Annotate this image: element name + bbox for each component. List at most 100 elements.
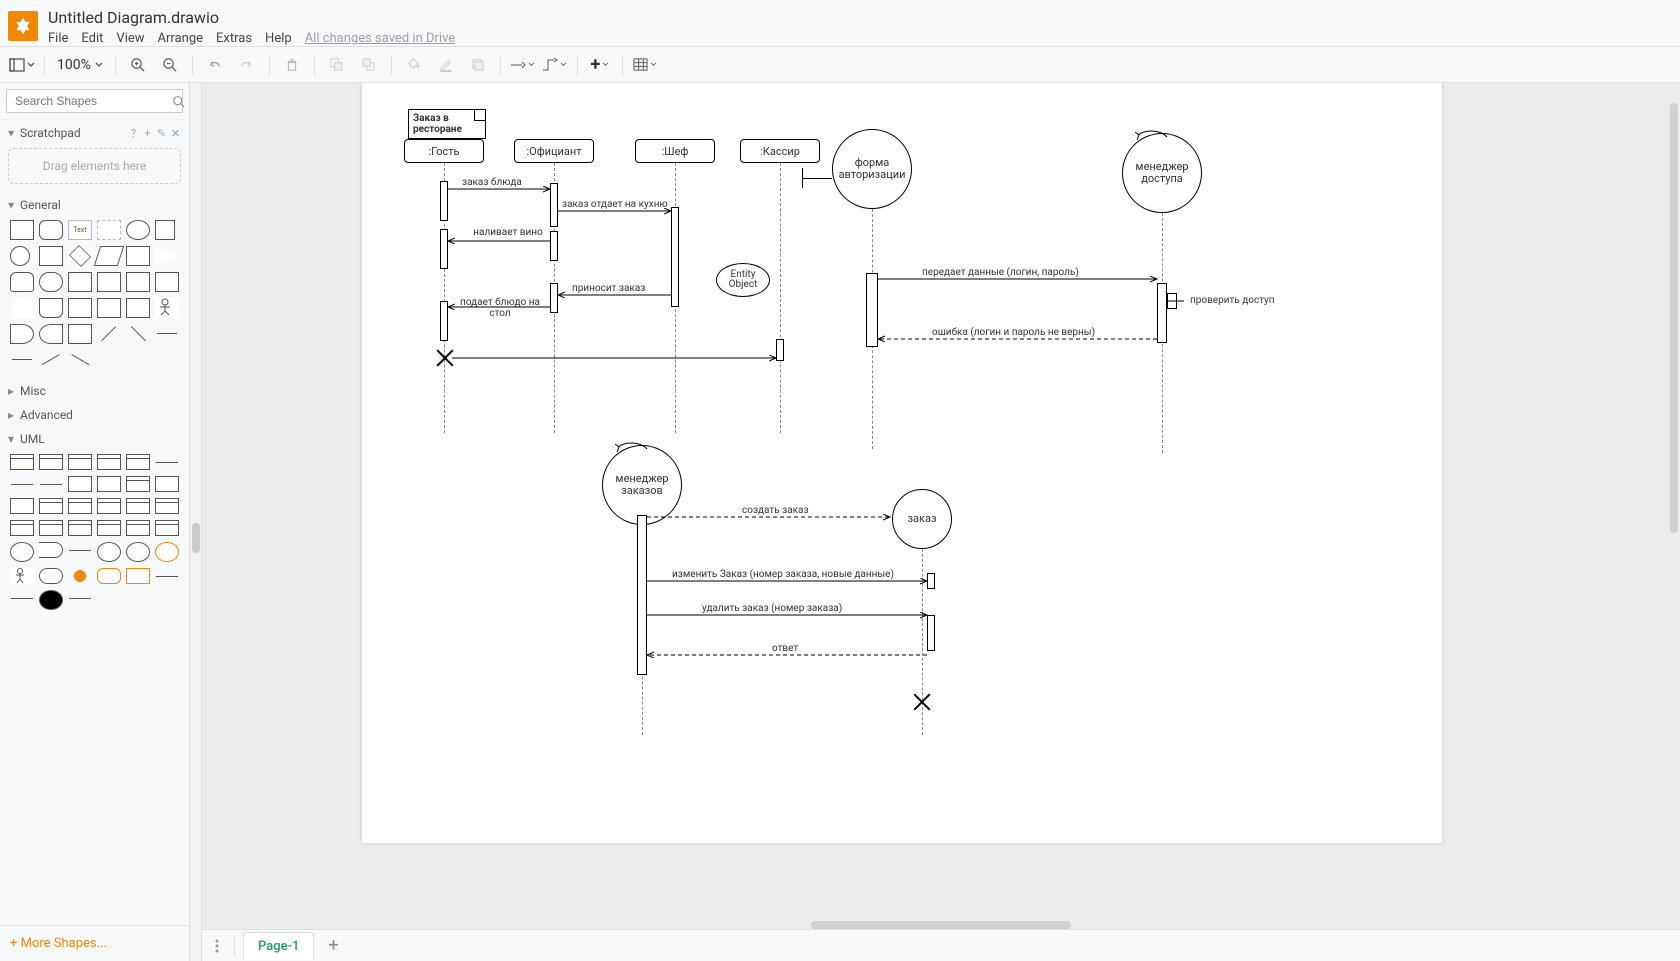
undo-icon[interactable]	[201, 51, 229, 79]
waypoint-icon[interactable]	[541, 51, 569, 79]
uml-frame-orange[interactable]	[97, 568, 121, 584]
uml-t5[interactable]	[126, 520, 150, 536]
delete-icon[interactable]	[278, 51, 306, 79]
uml-class2[interactable]	[39, 454, 63, 470]
menu-arrange[interactable]: Arrange	[158, 31, 203, 46]
shape-note[interactable]	[68, 298, 92, 318]
menu-view[interactable]: View	[116, 31, 144, 46]
uml-node-orange[interactable]	[126, 568, 150, 584]
vertical-scrollbar[interactable]	[1670, 103, 1678, 533]
shape-text[interactable]: Text	[68, 220, 92, 240]
zoom-out-icon[interactable]	[156, 51, 184, 79]
shape-arrow1[interactable]	[93, 318, 124, 349]
uml-comp2[interactable]	[39, 498, 63, 514]
uml-half[interactable]	[39, 542, 63, 558]
uml-box4[interactable]	[155, 476, 179, 492]
uml-t1[interactable]	[10, 520, 34, 536]
view-mode-button[interactable]	[8, 51, 36, 79]
shape-internal[interactable]	[97, 272, 121, 292]
uml-t2[interactable]	[39, 520, 63, 536]
shape-process[interactable]	[39, 246, 63, 266]
horizontal-scrollbar[interactable]	[811, 921, 1071, 929]
uml-box3[interactable]	[126, 476, 150, 492]
zoom-in-icon[interactable]	[124, 51, 152, 79]
outline-strip[interactable]	[190, 83, 202, 961]
shape-cloud[interactable]	[39, 272, 63, 292]
shape-step[interactable]	[155, 272, 179, 292]
uml-pin-orange[interactable]	[74, 570, 86, 582]
scratchpad-add-icon[interactable]: +	[142, 128, 153, 139]
uml-circle-orange[interactable]	[155, 542, 179, 562]
line-color-icon[interactable]	[432, 51, 460, 79]
shape-dashed[interactable]	[10, 350, 34, 370]
shape-rect[interactable]	[10, 220, 34, 240]
document-title[interactable]: Untitled Diagram.drawio	[48, 6, 455, 29]
insert-icon[interactable]: +	[586, 51, 614, 79]
uml-line-a[interactable]	[155, 568, 179, 584]
shape-and[interactable]	[39, 324, 63, 344]
uml-circle1[interactable]	[10, 542, 34, 562]
search-shapes[interactable]	[6, 89, 183, 113]
shape-tape[interactable]	[39, 298, 63, 318]
scratchpad-dropzone[interactable]: Drag elements here	[8, 148, 181, 184]
section-advanced[interactable]: ▸Advanced	[0, 402, 189, 426]
uml-line3[interactable]	[39, 476, 63, 492]
more-shapes-button[interactable]: + More Shapes...	[0, 925, 189, 961]
uml-t6[interactable]	[155, 520, 179, 536]
shape-actor[interactable]	[155, 298, 179, 318]
pages-menu-icon[interactable]	[208, 937, 226, 955]
shape-circle[interactable]	[10, 246, 30, 266]
uml-usecase[interactable]	[39, 568, 63, 584]
uml-line2[interactable]	[10, 476, 34, 492]
shadow-icon[interactable]	[464, 51, 492, 79]
uml-comp5[interactable]	[155, 498, 179, 514]
redo-icon[interactable]	[233, 51, 261, 79]
uml-circle2[interactable]	[97, 542, 121, 562]
fill-color-icon[interactable]	[400, 51, 428, 79]
shape-document[interactable]	[68, 272, 92, 292]
uml-final[interactable]	[39, 590, 63, 610]
uml-line[interactable]	[155, 454, 179, 470]
uml-class4[interactable]	[97, 454, 121, 470]
shape-callout[interactable]	[126, 298, 150, 318]
scratchpad-edit-icon[interactable]: ✎	[156, 128, 167, 139]
shape-cube[interactable]	[126, 272, 150, 292]
scratchpad-help-icon[interactable]: ?	[128, 128, 139, 139]
to-front-icon[interactable]	[323, 51, 351, 79]
menu-file[interactable]: File	[48, 31, 68, 46]
add-page-button[interactable]: +	[322, 935, 344, 956]
shape-ellipse[interactable]	[126, 220, 150, 240]
diagram-page[interactable]: Заказ в ресторане :Гость :Официант :Шеф	[362, 83, 1442, 843]
uml-comp1[interactable]	[10, 498, 34, 514]
uml-line-b[interactable]	[10, 590, 34, 606]
uml-pkg[interactable]	[97, 498, 121, 514]
uml-class5[interactable]	[126, 454, 150, 470]
uml-t3[interactable]	[68, 520, 92, 536]
menu-edit[interactable]: Edit	[81, 31, 103, 46]
shape-parallelogram[interactable]	[94, 246, 124, 266]
uml-class3[interactable]	[68, 454, 92, 470]
uml-comp3[interactable]	[68, 498, 92, 514]
connection-icon[interactable]	[509, 51, 537, 79]
shape-trapezoid[interactable]	[10, 298, 34, 318]
section-general[interactable]: ▾General	[0, 192, 189, 216]
table-icon[interactable]	[631, 51, 659, 79]
uml-box2[interactable]	[97, 476, 121, 492]
canvas[interactable]: Заказ в ресторане :Гость :Официант :Шеф	[202, 83, 1680, 929]
shape-or[interactable]	[10, 324, 34, 344]
menu-help[interactable]: Help	[265, 31, 292, 46]
uml-line-c[interactable]	[68, 590, 92, 606]
shape-arrow3[interactable]	[36, 345, 67, 374]
shape-card[interactable]	[97, 298, 121, 318]
section-misc[interactable]: ▸Misc	[0, 378, 189, 402]
shape-roundrect[interactable]	[39, 220, 63, 240]
shape-textbox[interactable]	[97, 220, 121, 240]
shape-diamond[interactable]	[69, 245, 91, 267]
shape-arrow4[interactable]	[65, 345, 96, 374]
shape-triangle[interactable]	[155, 246, 179, 266]
uml-assoc[interactable]	[68, 542, 92, 558]
scratchpad-close-icon[interactable]: ✕	[170, 128, 181, 139]
shape-cylinder[interactable]	[10, 272, 34, 292]
tab-page-1[interactable]: Page-1	[243, 932, 314, 960]
to-back-icon[interactable]	[355, 51, 383, 79]
